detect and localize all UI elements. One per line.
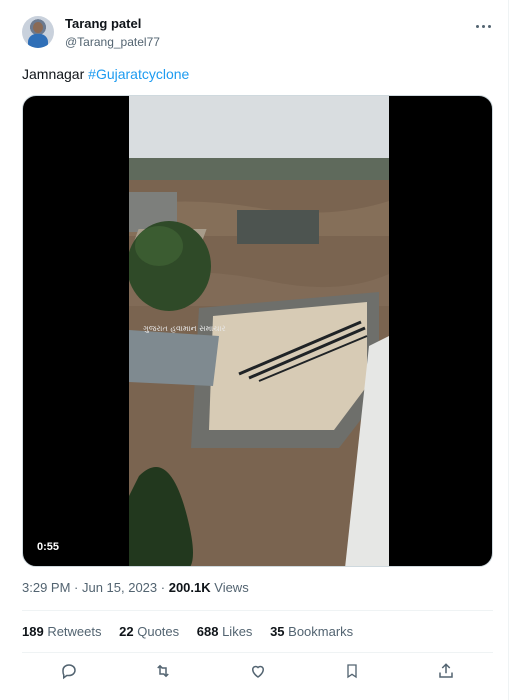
quotes-stat[interactable]: 22 Quotes (119, 624, 179, 639)
video-player[interactable]: ગુજરાત હવામાન સમાચાર 0:55 (22, 95, 493, 567)
action-bar (22, 660, 493, 690)
share-icon[interactable] (435, 660, 457, 682)
bookmarks-count: 35 (270, 624, 285, 639)
bookmarks-label: Bookmarks (284, 624, 354, 639)
video-duration-badge: 0:55 (31, 538, 66, 556)
avatar[interactable] (22, 16, 54, 48)
likes-count: 688 (196, 624, 219, 639)
retweets-stat[interactable]: 189 Retweets (22, 624, 102, 639)
like-icon[interactable] (247, 660, 269, 682)
tweet-header: Tarang patel @Tarang_patel77 (22, 14, 498, 54)
tweet-text: Jamnagar #Gujaratcyclone (22, 66, 189, 82)
views-count: 200.1K (168, 580, 211, 595)
reply-icon[interactable] (58, 660, 80, 682)
avatar-face (33, 22, 43, 33)
more-icon[interactable] (468, 14, 498, 38)
hashtag-link[interactable]: #Gujaratcyclone (88, 66, 189, 82)
video-frame[interactable]: ગુજરાત હવામાન સમાચાર (129, 96, 389, 566)
avatar-shirt (28, 34, 48, 48)
author-handle[interactable]: @Tarang_patel77 (65, 35, 160, 49)
quotes-label: Quotes (133, 624, 180, 639)
retweets-count: 189 (22, 624, 44, 639)
retweet-icon[interactable] (152, 660, 174, 682)
quotes-count: 22 (119, 624, 134, 639)
tweet-meta: 3:29 PM · Jun 15, 2023 · 200.1K Views (22, 580, 249, 595)
meta-dot: · (157, 580, 169, 595)
tweet-card: Tarang patel @Tarang_patel77 Jamnagar #G… (0, 0, 509, 700)
bookmarks-stat[interactable]: 35 Bookmarks (270, 624, 353, 639)
likes-stat[interactable]: 688 Likes (197, 624, 253, 639)
engagement-stats: 189 Retweets 22 Quotes 688 Likes 35 Book… (22, 624, 367, 639)
divider (22, 652, 493, 653)
bookmark-icon[interactable] (341, 660, 363, 682)
tweet-text-plain: Jamnagar (22, 66, 89, 82)
divider (22, 610, 493, 611)
retweets-label: Retweets (43, 624, 102, 639)
author-name[interactable]: Tarang patel (65, 16, 141, 31)
likes-label: Likes (218, 624, 253, 639)
views-label: Views (210, 580, 249, 595)
timestamp-link[interactable]: 3:29 PM · Jun 15, 2023 (22, 580, 157, 595)
video-watermark: ગુજરાત હવામાન સમાચાર (143, 324, 226, 333)
